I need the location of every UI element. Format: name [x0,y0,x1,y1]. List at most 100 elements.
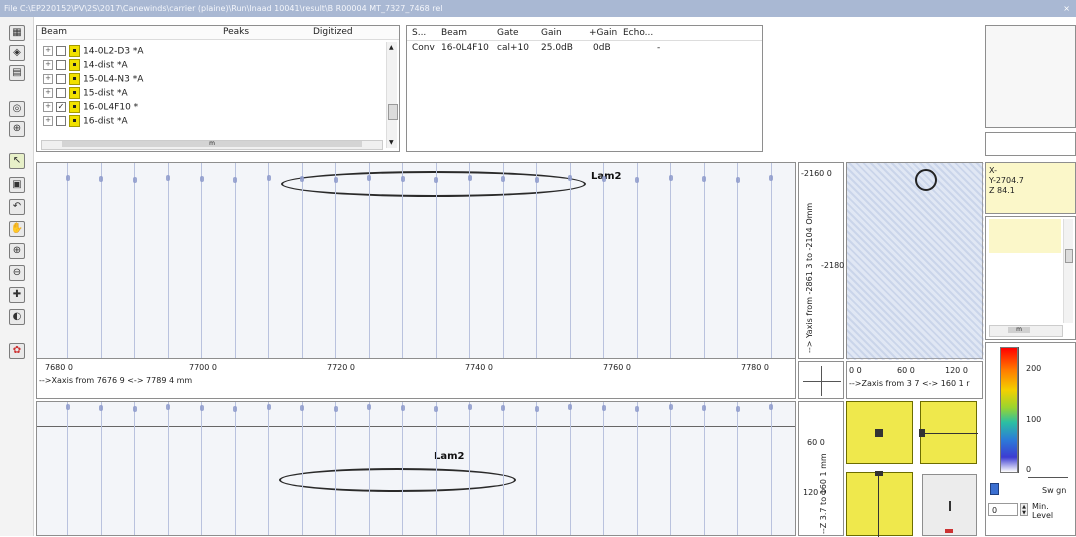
scan-stripe [234,402,236,535]
tree-vertical-scrollbar[interactable]: ▲ ▼ [386,42,398,148]
tree-horizontal-scrollbar[interactable]: m [41,140,383,150]
export-icon[interactable]: ▤ [9,65,25,81]
column-peaks[interactable]: Peaks [223,26,249,39]
tree-checkbox[interactable] [56,74,66,84]
scan-dot [434,177,438,183]
pan-icon[interactable]: ✋ [9,221,25,237]
scan-dot [300,405,304,411]
close-icon[interactable]: × [1063,0,1070,17]
frame-icon[interactable]: ▣ [9,177,25,193]
quadrant-view[interactable] [846,471,913,537]
crosshair-icon[interactable]: ✚ [9,287,25,303]
z-tick: 60 0 [807,438,825,447]
scan-dot [702,176,706,182]
expand-icon[interactable]: + [43,116,53,126]
column-s[interactable]: S... [412,26,426,40]
info-panel: m [985,216,1076,340]
scan-dot [735,406,740,412]
expand-icon[interactable]: + [43,88,53,98]
expand-icon[interactable]: + [43,60,53,70]
quadrant-view[interactable] [919,401,978,464]
scan-icon[interactable]: ◎ [9,101,25,117]
tree-item[interactable]: +15-dist *A [43,87,128,100]
scan-dot [735,177,740,183]
expand-icon[interactable]: + [43,102,53,112]
tree-checkbox[interactable] [56,46,66,56]
scan-stripe [100,163,102,358]
info-vertical-scrollbar[interactable] [1063,219,1073,323]
quadrant-view[interactable] [846,401,913,464]
column-echo[interactable]: Echo... [623,26,653,40]
color-scale[interactable] [1000,347,1018,473]
scan-stripe [703,402,705,535]
tree-item[interactable]: + ✓ 16-0L4F10 * [43,101,138,114]
scan-dot [300,176,304,182]
cell-echo: - [657,43,661,53]
scan-stripe [536,402,537,535]
beam-icon [69,101,80,113]
scroll-thumb[interactable] [1065,249,1073,263]
zoom-in-icon[interactable]: ⊕ [9,243,25,259]
scan-dot [601,405,606,411]
y-tick: -2160 0 [801,169,832,178]
palette-panel: 200 100 0 Sw gn 0 ▲ ▼ Min. Level [985,342,1076,536]
z-axis-label: --Z 3.7 to 160 1 mm [819,453,828,534]
fit-icon[interactable]: ⊕ [9,121,25,137]
column-gate[interactable]: Gate [497,26,519,40]
column-digitized[interactable]: Digitized [313,26,353,39]
measure-icon[interactable]: ◐ [9,309,25,325]
cell-s: Conv [412,43,435,53]
column-plus-gain[interactable]: +Gain [589,26,617,40]
column-beam[interactable]: Beam [441,26,467,40]
scroll-thumb[interactable]: m [1008,327,1030,333]
scroll-thumb[interactable] [388,104,398,120]
info-horizontal-scrollbar[interactable]: m [989,325,1063,337]
coord-x: X- [989,166,997,175]
tree-item[interactable]: +16-dist *A [43,115,128,128]
gain-slider-track[interactable] [1028,477,1068,478]
palette-icon[interactable]: ✿ [9,343,25,359]
end-view[interactable] [846,162,984,360]
undo-icon[interactable]: ↶ [9,199,25,215]
tree-checkbox[interactable] [56,116,66,126]
tree-item-label: 14-dist *A [83,60,128,71]
column-gain[interactable]: Gain [541,26,562,40]
scan-stripe [301,163,303,358]
tree-checkbox[interactable] [56,88,66,98]
grid-icon[interactable]: ▦ [9,25,25,41]
scan-stripe [201,163,202,358]
tree-item[interactable]: +15-0L4-N3 *A [43,73,143,86]
expand-icon[interactable]: + [43,74,53,84]
tree-checkbox[interactable] [56,60,66,70]
level-stepper[interactable]: ▲ ▼ [1020,503,1028,516]
scroll-thumb[interactable]: m [62,141,362,147]
expand-icon[interactable]: + [43,46,53,56]
color-tick: 0 [1026,465,1032,474]
zoom-out-icon[interactable]: ⊖ [9,265,25,281]
scan-stripe [536,163,537,358]
tree-checkbox-checked[interactable]: ✓ [56,102,66,112]
scan-dot [199,405,204,411]
scan-stripe [469,163,470,358]
preview-input[interactable] [985,132,1076,156]
scan-dot [233,406,237,412]
level-input[interactable]: 0 [988,503,1018,516]
palette-handle-icon[interactable] [990,483,999,495]
scan-dot [367,175,371,181]
tree-item[interactable]: +14-0L2-D3 *A [43,45,144,58]
layers-icon[interactable]: ◈ [9,45,25,61]
scan-dot [166,404,170,410]
coord-z: Z 84.1 [989,186,1015,195]
x-tick: 7680 0 [45,363,73,372]
beam-table-panel: S... Beam Gate Gain +Gain Echo... Conv 1… [406,25,763,152]
scroll-down-icon[interactable]: ▼ [389,139,394,146]
select-icon[interactable]: ↖ [9,153,25,169]
column-beam[interactable]: Beam [41,26,67,39]
scroll-up-icon[interactable]: ▲ [389,44,394,51]
table-row[interactable]: Conv 16-0L4F10 cal+10 25.0dB 0dB - [407,42,762,55]
cscan-y-axis: -2160 0 -2180 0 --> Yaxis from -2861 3 t… [798,162,852,359]
cscan-view[interactable]: Lam2 [36,162,796,359]
bscan-view[interactable]: Lam2 [36,401,796,536]
quadrant-view[interactable] [922,474,977,536]
tree-item[interactable]: +14-dist *A [43,59,128,72]
